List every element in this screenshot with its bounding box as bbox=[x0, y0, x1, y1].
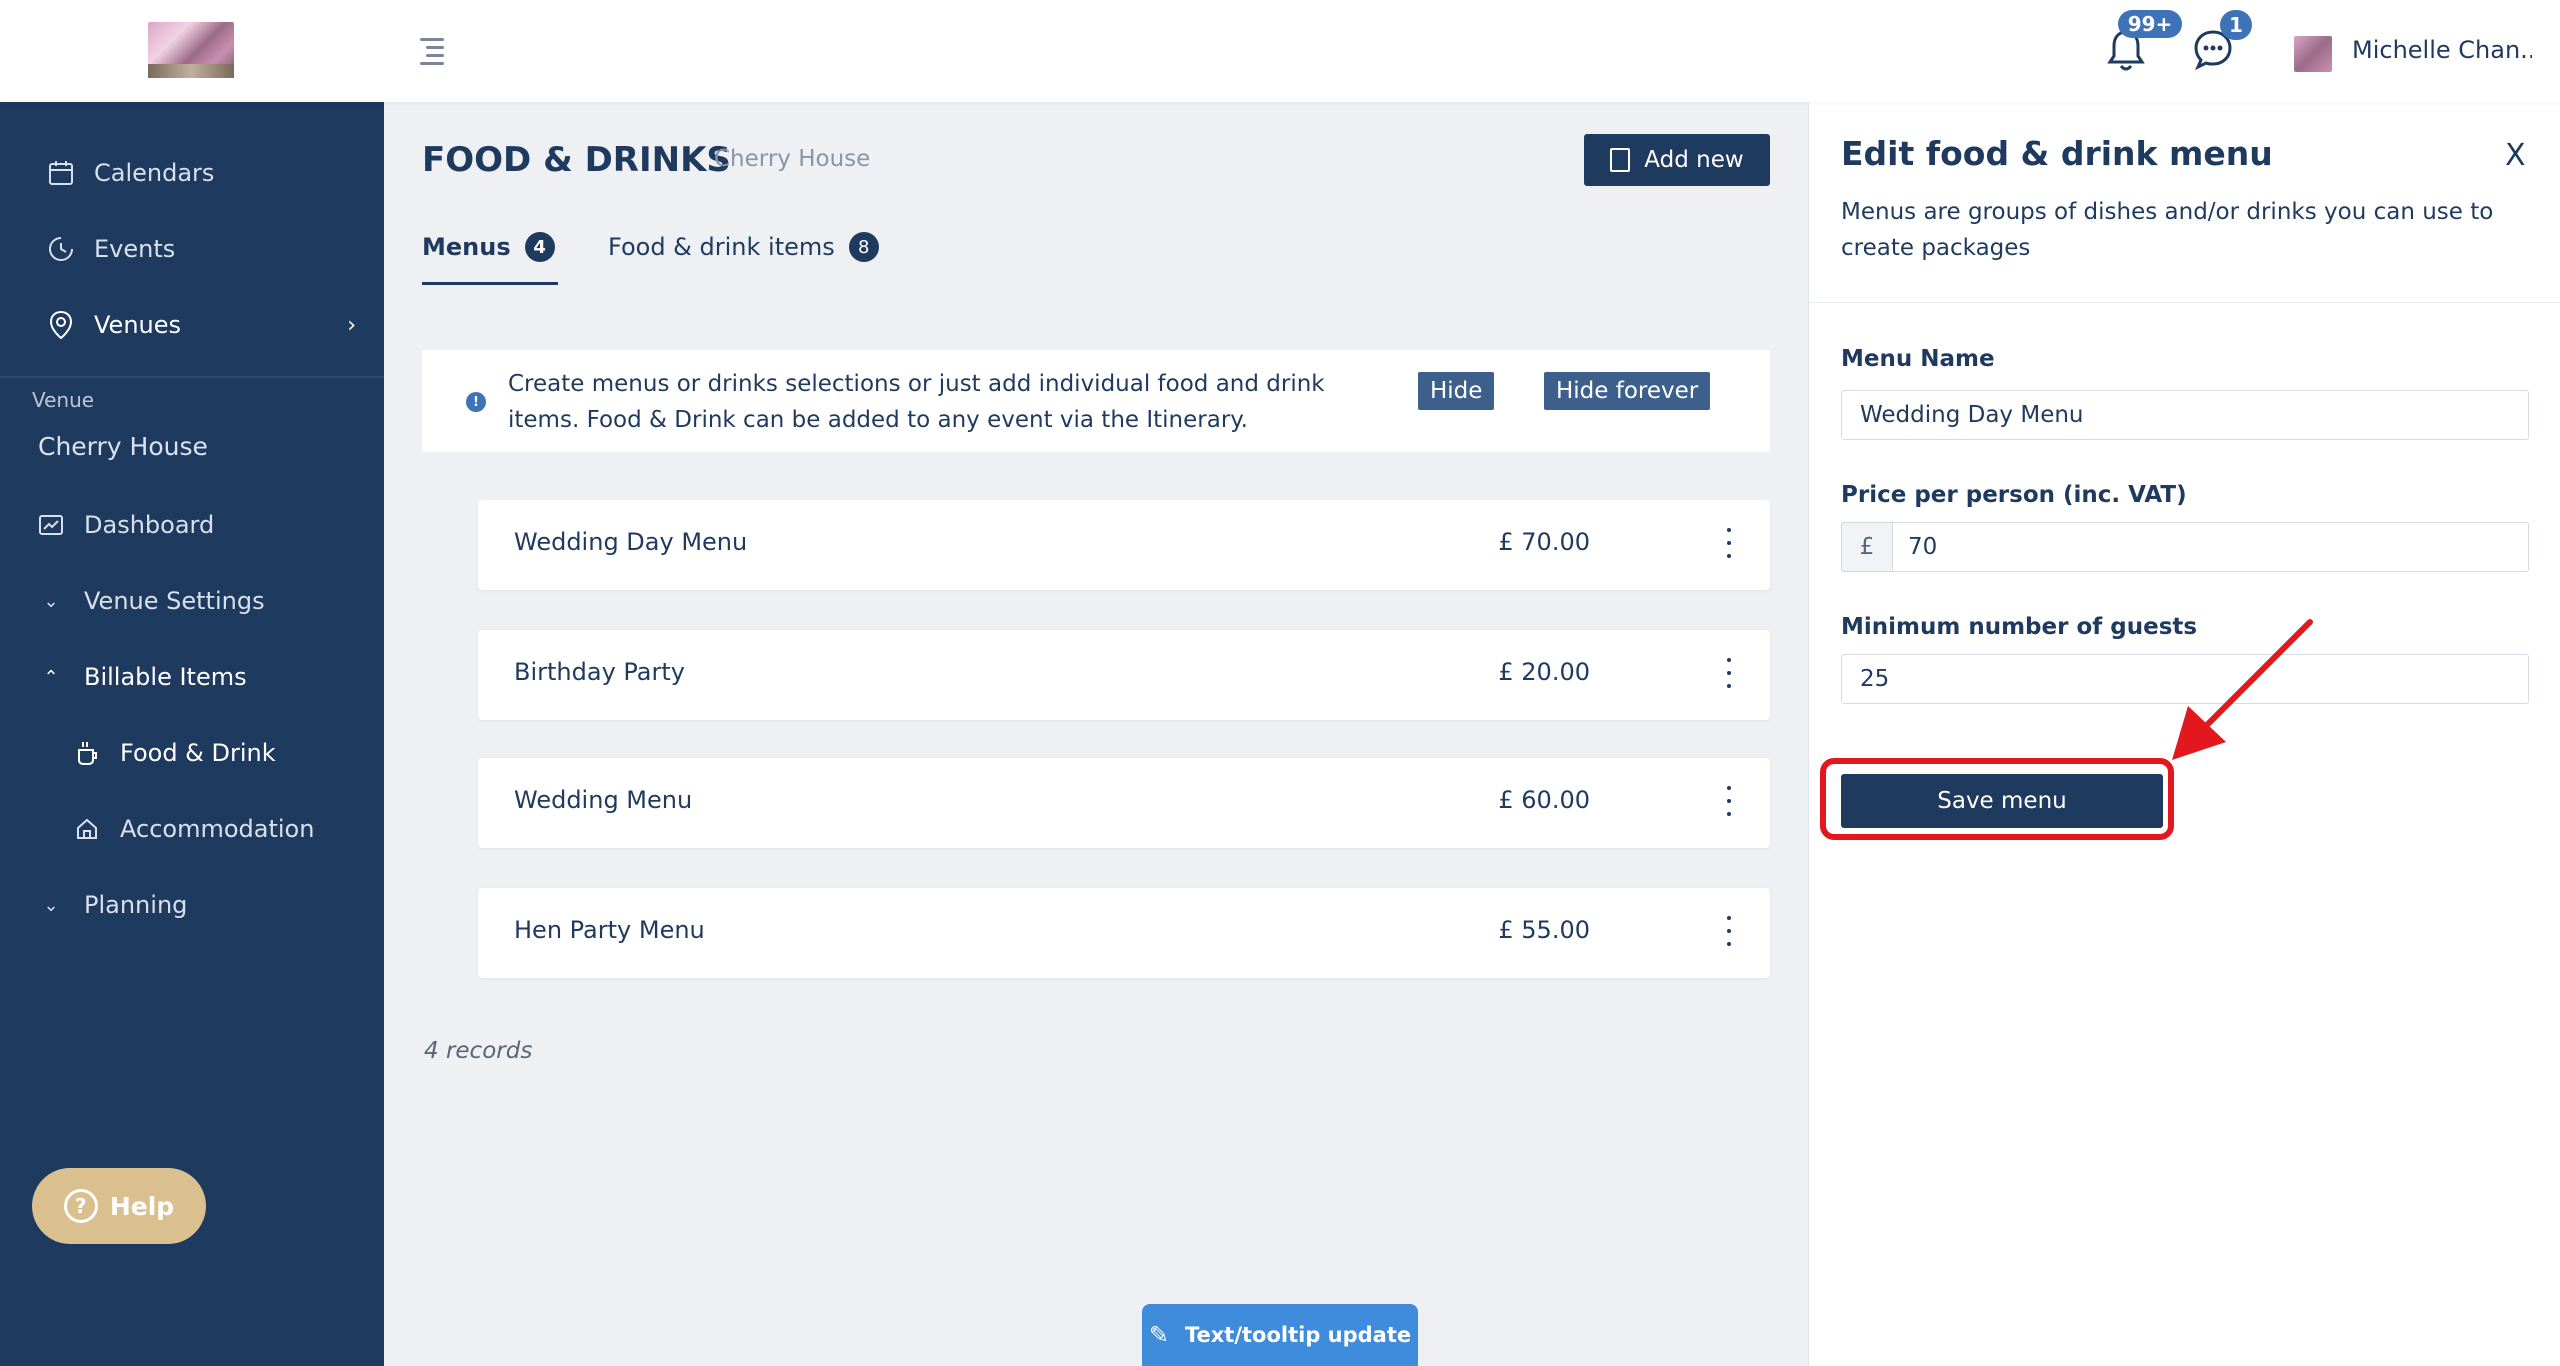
sidebar-item-venues[interactable]: Venues › bbox=[46, 310, 356, 340]
home-icon bbox=[72, 814, 102, 844]
sidebar-item-label: Venue Settings bbox=[84, 587, 265, 615]
menu-name: Wedding Menu bbox=[514, 786, 693, 814]
tooltip-update-label: Text/tooltip update bbox=[1184, 1323, 1412, 1347]
tab-menus[interactable]: Menus 4 bbox=[422, 232, 555, 262]
page-title: FOOD & DRINKS bbox=[422, 140, 731, 180]
user-name[interactable]: Michelle Chan... bbox=[2352, 36, 2532, 64]
add-new-button[interactable]: Add new bbox=[1584, 134, 1770, 186]
chevron-down-icon: ⌄ bbox=[43, 590, 59, 612]
list-item[interactable]: Wedding Menu £ 60.00 bbox=[478, 758, 1770, 848]
clock-icon bbox=[46, 234, 76, 264]
red-arrow-icon bbox=[2172, 619, 2313, 760]
info-icon: ! bbox=[466, 392, 486, 412]
top-header: 99+ 1 Michelle Chan... bbox=[0, 0, 2560, 102]
help-button[interactable]: ? Help bbox=[32, 1168, 206, 1244]
add-document-icon bbox=[1610, 148, 1631, 172]
list-item[interactable]: Hen Party Menu £ 55.00 bbox=[478, 888, 1770, 978]
panel-description: Menus are groups of dishes and/or drinks… bbox=[1841, 199, 2494, 261]
tab-count-badge: 8 bbox=[848, 232, 879, 262]
close-icon[interactable]: X bbox=[2505, 138, 2526, 173]
menu-name-label: Menu Name bbox=[1841, 346, 1995, 372]
panel-divider bbox=[1809, 302, 2560, 303]
highlight-box bbox=[1820, 758, 2174, 840]
sidebar-item-label: Billable Items bbox=[84, 663, 247, 691]
more-options-icon[interactable] bbox=[1724, 786, 1734, 816]
venue-section-label: Venue bbox=[32, 388, 95, 412]
sidebar-item-venue-settings[interactable]: ⌄ Venue Settings bbox=[36, 586, 265, 616]
more-options-icon[interactable] bbox=[1724, 658, 1734, 688]
chevron-right-icon: › bbox=[347, 312, 356, 338]
venue-logo[interactable] bbox=[148, 22, 234, 78]
hide-button[interactable]: Hide bbox=[1418, 372, 1495, 410]
menu-name: Birthday Party bbox=[514, 658, 685, 686]
sidebar-item-calendars[interactable]: Calendars bbox=[46, 158, 214, 188]
question-icon: ? bbox=[63, 1189, 98, 1223]
tab-food-drink-items[interactable]: Food & drink items 8 bbox=[608, 232, 879, 262]
records-count: 4 records bbox=[424, 1038, 533, 1064]
info-banner: ! Create menus or drinks selections or j… bbox=[422, 350, 1770, 452]
sidebar-item-accommodation[interactable]: Accommodation bbox=[72, 814, 314, 844]
sidebar-item-label: Venues bbox=[94, 311, 182, 339]
price-label: Price per person (inc. VAT) bbox=[1841, 482, 2187, 508]
sidebar-item-billable-items[interactable]: ⌃ Billable Items bbox=[36, 662, 247, 692]
sidebar-item-planning[interactable]: ⌄ Planning bbox=[36, 890, 187, 920]
menu-price: £ 60.00 bbox=[1498, 786, 1590, 814]
menu-name: Wedding Day Menu bbox=[514, 528, 748, 556]
tooltip-update-button[interactable]: ✎ Text/tooltip update bbox=[1142, 1304, 1418, 1366]
active-tab-indicator bbox=[422, 282, 558, 285]
tab-label: Menus bbox=[422, 233, 511, 261]
list-item[interactable]: Wedding Day Menu £ 70.00 bbox=[478, 500, 1770, 590]
notifications-badge: 99+ bbox=[2118, 10, 2182, 38]
sidebar-item-events[interactable]: Events bbox=[46, 234, 175, 264]
price-field[interactable]: 70 bbox=[1841, 522, 2529, 572]
menu-name: Hen Party Menu bbox=[514, 916, 705, 944]
sidebar: Calendars Events Venues › Venue Cherry H… bbox=[0, 102, 384, 1366]
currency-prefix: £ bbox=[1841, 522, 1893, 572]
more-options-icon[interactable] bbox=[1724, 528, 1734, 558]
more-options-icon[interactable] bbox=[1724, 916, 1734, 946]
cup-icon bbox=[72, 738, 102, 768]
pencil-icon: ✎ bbox=[1148, 1321, 1169, 1349]
sidebar-item-label: Events bbox=[94, 235, 176, 263]
chevron-down-icon: ⌄ bbox=[43, 894, 59, 916]
sidebar-item-label: Dashboard bbox=[84, 511, 215, 539]
avatar[interactable] bbox=[2294, 36, 2332, 72]
sidebar-item-label: Accommodation bbox=[120, 815, 315, 843]
chevron-up-icon: ⌃ bbox=[43, 666, 59, 688]
logo-area bbox=[0, 0, 384, 102]
help-label: Help bbox=[109, 1191, 175, 1221]
page-subtitle: Cherry House bbox=[714, 146, 871, 172]
calendar-icon bbox=[46, 158, 76, 188]
menu-price: £ 20.00 bbox=[1498, 658, 1590, 686]
venue-name[interactable]: Cherry House bbox=[38, 432, 208, 461]
tab-count-badge: 4 bbox=[524, 232, 555, 262]
min-guests-label: Minimum number of guests bbox=[1841, 614, 2198, 640]
messages-badge: 1 bbox=[2220, 10, 2252, 40]
location-pin-icon bbox=[46, 310, 76, 340]
hide-forever-button[interactable]: Hide forever bbox=[1544, 372, 1711, 410]
sidebar-toggle-icon[interactable] bbox=[414, 34, 450, 66]
tab-label: Food & drink items bbox=[608, 233, 835, 261]
sidebar-divider bbox=[0, 376, 384, 378]
sidebar-item-dashboard[interactable]: Dashboard bbox=[36, 510, 214, 540]
sidebar-item-label: Planning bbox=[84, 891, 188, 919]
info-text: Create menus or drinks selections or jus… bbox=[508, 371, 1325, 433]
menu-price: £ 70.00 bbox=[1498, 528, 1590, 556]
add-new-label: Add new bbox=[1644, 147, 1744, 173]
sidebar-item-label: Food & Drink bbox=[120, 739, 276, 767]
menu-name-field[interactable]: Wedding Day Menu bbox=[1841, 390, 2529, 440]
sidebar-item-label: Calendars bbox=[94, 159, 215, 187]
sidebar-item-food-drink[interactable]: Food & Drink bbox=[72, 738, 276, 768]
list-item[interactable]: Birthday Party £ 20.00 bbox=[478, 630, 1770, 720]
dashboard-icon bbox=[36, 510, 66, 540]
menu-price: £ 55.00 bbox=[1498, 916, 1590, 944]
panel-title: Edit food & drink menu bbox=[1841, 134, 2273, 173]
